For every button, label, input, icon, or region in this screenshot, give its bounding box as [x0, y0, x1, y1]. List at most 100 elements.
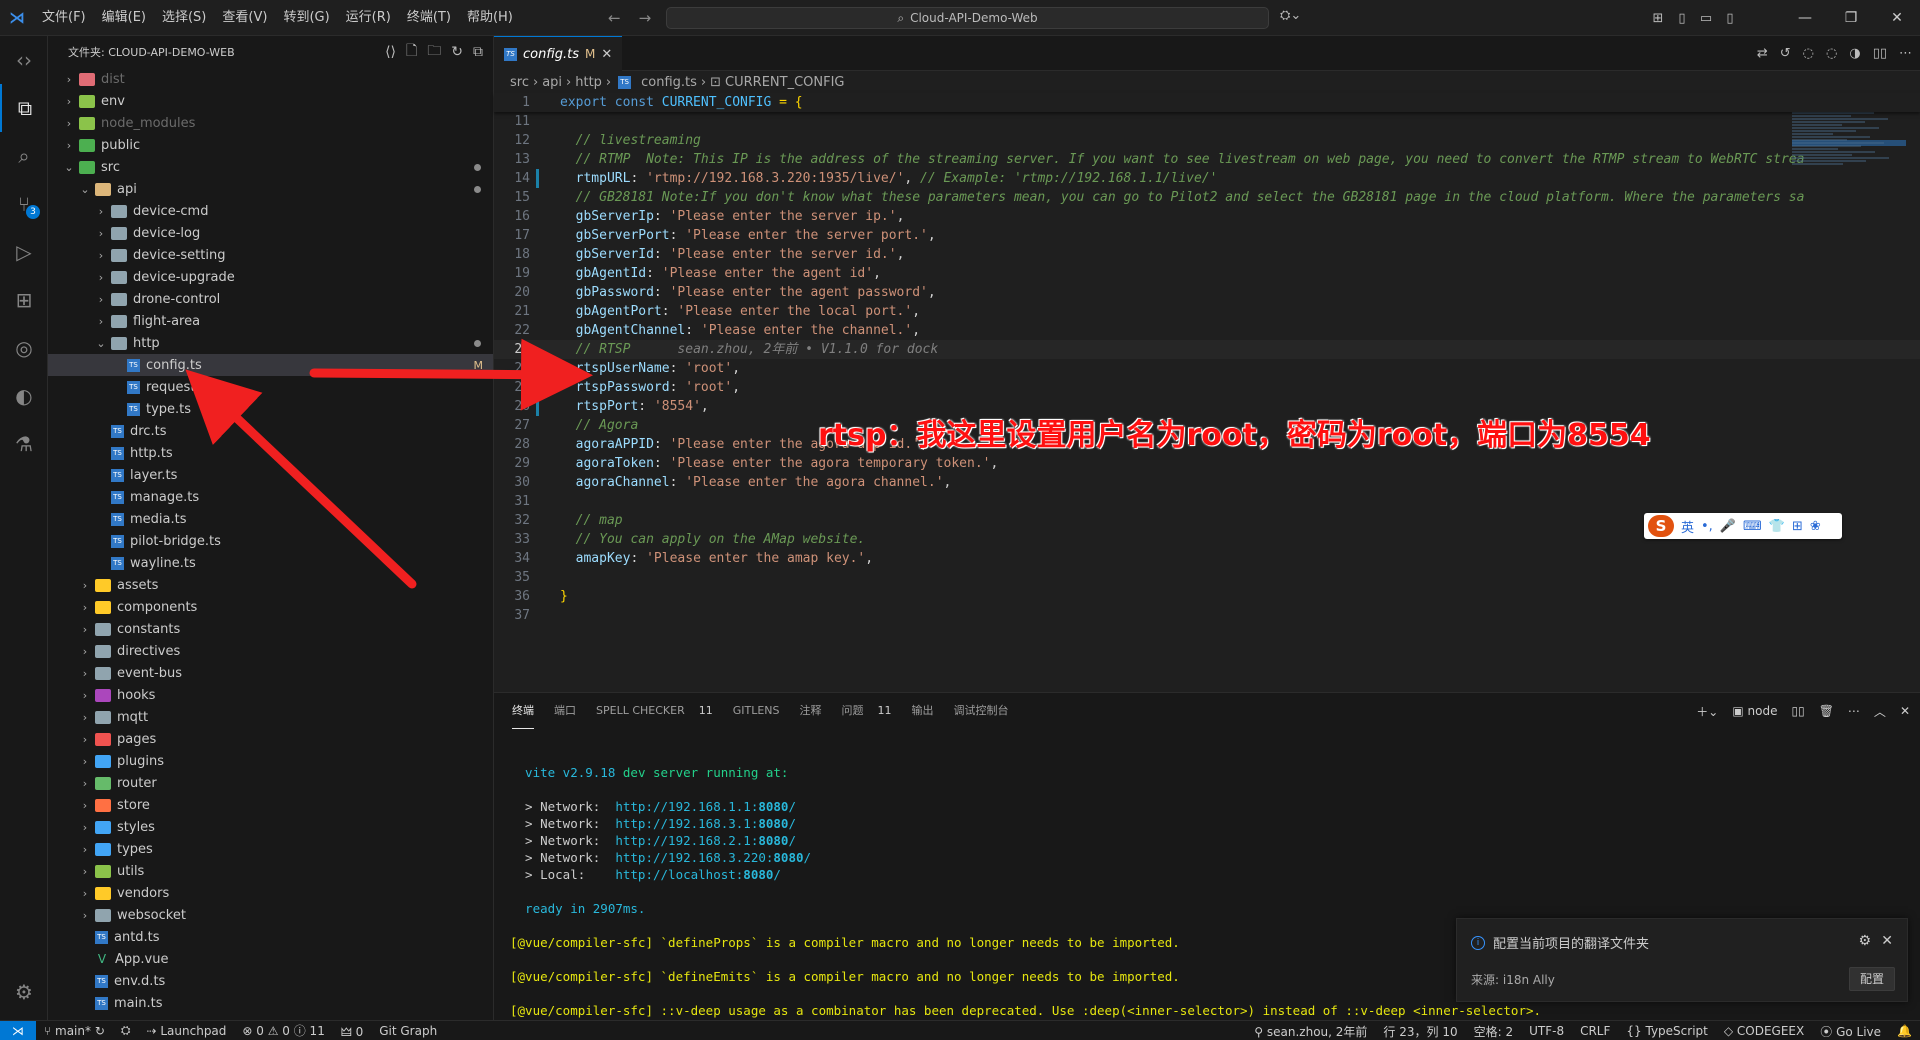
code-line[interactable]: 17 gbServerPort: 'Please enter the serve… [494, 226, 1920, 245]
folder-item[interactable]: › components [48, 596, 493, 618]
compare-changes-icon[interactable]: ⇄ [1757, 46, 1768, 61]
code-view[interactable]: 1export const CURRENT_CONFIG = { 10 webs… [494, 93, 1920, 625]
status-eol[interactable]: CRLF [1572, 1024, 1618, 1038]
panel-tab[interactable]: SPELL CHECKER 11 [596, 693, 713, 729]
folder-item[interactable]: › drone-control [48, 288, 493, 310]
notifications-bell-icon[interactable]: 🔔 [1889, 1024, 1920, 1038]
close-window-icon[interactable]: ✕ [1874, 10, 1920, 26]
code-line[interactable]: 14 rtmpURL: 'rtmp://192.168.3.220:1935/l… [494, 169, 1920, 188]
file-item[interactable]: TS http.ts [48, 442, 493, 464]
status-launchpad[interactable]: ⇢ Launchpad [138, 1024, 234, 1038]
code-line[interactable]: 13 // RTMP Note: This IP is the address … [494, 150, 1920, 169]
new-terminal-icon[interactable]: ＋⌄ [1696, 703, 1718, 720]
folder-item[interactable]: › node_modules [48, 112, 493, 134]
code-line[interactable]: 29 agoraToken: 'Please enter the agora t… [494, 454, 1920, 473]
settings-gear-icon[interactable]: ⚙ [0, 968, 48, 1016]
folder-item[interactable]: › pages [48, 728, 493, 750]
close-panel-icon[interactable]: ✕ [1900, 704, 1910, 718]
status-position[interactable]: 行 23，列 10 [1375, 1023, 1465, 1040]
code-line[interactable]: 16 gbServerIp: 'Please enter the server … [494, 207, 1920, 226]
new-folder-icon[interactable]: 🗀 [427, 40, 441, 64]
terminal-shell[interactable]: ▣ node [1732, 704, 1777, 718]
code-line[interactable]: 11 [494, 112, 1920, 131]
code-line[interactable]: 19 gbAgentId: 'Please enter the agent id… [494, 264, 1920, 283]
ime-button[interactable]: •, [1701, 519, 1713, 534]
next-change-icon[interactable]: ◌ [1826, 46, 1837, 61]
menu-item[interactable]: 转到(G) [275, 0, 337, 36]
remote-explorer-icon[interactable]: ‹› [0, 36, 48, 84]
folder-item[interactable]: ⌄ api [48, 178, 493, 200]
split-terminal-icon[interactable]: ▯▯ [1791, 704, 1804, 718]
folder-item[interactable]: › types [48, 838, 493, 860]
folder-item[interactable]: › env [48, 90, 493, 112]
gitlens-icon[interactable]: ◐ [0, 372, 48, 420]
restore-icon[interactable]: ❐ [1828, 10, 1874, 26]
file-item[interactable]: TS request.ts [48, 376, 493, 398]
breadcrumb-item[interactable]: config.ts [641, 75, 697, 90]
folder-item[interactable]: › device-log [48, 222, 493, 244]
file-item[interactable]: TS type.ts [48, 398, 493, 420]
folder-item[interactable]: › vendors [48, 882, 493, 904]
folder-item[interactable]: › public [48, 134, 493, 156]
status-language[interactable]: {} TypeScript [1618, 1024, 1715, 1038]
close-tab-icon[interactable]: ✕ [601, 47, 612, 62]
breadcrumb-item[interactable]: src [510, 75, 529, 90]
search-view-icon[interactable]: ⌕ [0, 132, 48, 180]
file-item[interactable]: TS env.d.ts [48, 970, 493, 992]
remote-indicator-icon[interactable]: ⋊ [0, 1020, 36, 1040]
folder-item[interactable]: › mqtt [48, 706, 493, 728]
go-back-change-icon[interactable]: ↺ [1780, 46, 1791, 61]
ime-button[interactable]: 英 [1681, 517, 1694, 536]
ime-button[interactable]: 👕 [1769, 519, 1785, 534]
ime-toolbar[interactable]: S 英 •, 🎤 ⌨ 👕 ⊞ ❀ [1644, 513, 1842, 539]
code-line[interactable]: 36} [494, 587, 1920, 606]
ime-button[interactable]: ❀ [1810, 519, 1821, 534]
breadcrumb-item[interactable]: api [542, 75, 562, 90]
configure-button[interactable]: 配置 [1849, 967, 1895, 991]
status-encoding[interactable]: UTF-8 [1521, 1024, 1572, 1038]
source-control-icon[interactable]: ⑂ 3 [0, 180, 48, 228]
panel-tab[interactable]: 终端 [512, 693, 534, 729]
code-line[interactable]: 18 gbServerId: 'Please enter the server … [494, 245, 1920, 264]
panel-tab[interactable]: 问题 11 [842, 693, 892, 729]
toggle-sidebar-icon[interactable]: ▯ [1670, 11, 1694, 26]
code-line[interactable]: 24 rtspUserName: 'root', [494, 359, 1920, 378]
code-line[interactable]: 31 [494, 492, 1920, 511]
file-item[interactable]: TS media.ts [48, 508, 493, 530]
code-line[interactable]: 25 rtspPassword: 'root', [494, 378, 1920, 397]
file-item[interactable]: V App.vue [48, 948, 493, 970]
code-line[interactable]: 30 agoraChannel: 'Please enter the agora… [494, 473, 1920, 492]
code-line[interactable]: 23 // RTSP sean.zhou, 2年前 • V1.1.0 for d… [494, 340, 1920, 359]
command-center-search[interactable]: ⌕ Cloud-API-Demo-Web [666, 7, 1269, 29]
file-item[interactable]: TS wayline.ts [48, 552, 493, 574]
ime-button[interactable]: ⊞ [1792, 519, 1803, 534]
code-line[interactable]: 12 // livestreaming [494, 131, 1920, 150]
folder-item[interactable]: › directives [48, 640, 493, 662]
menu-item[interactable]: 编辑(E) [94, 0, 154, 36]
status-codegeex[interactable]: ◇ CODEGEEX [1716, 1024, 1812, 1038]
kill-terminal-icon[interactable]: 🗑 [1819, 704, 1834, 718]
menu-item[interactable]: 选择(S) [154, 0, 214, 36]
folder-item[interactable]: › hooks [48, 684, 493, 706]
status-gitgraph[interactable]: Git Graph [371, 1024, 445, 1038]
panel-more-icon[interactable]: ⋯ [1848, 704, 1860, 718]
folder-item[interactable]: › dist [48, 68, 493, 90]
folder-item[interactable]: › assets [48, 574, 493, 596]
menu-item[interactable]: 查看(V) [214, 0, 275, 36]
tab-config-ts[interactable]: TS config.ts M ✕ [494, 36, 623, 71]
sticky-scroll-line[interactable]: 1 export const CURRENT_CONFIG = { [494, 93, 1920, 112]
toggle-secondary-sidebar-icon[interactable]: ▯ [1718, 11, 1742, 26]
customize-layout-icon[interactable]: ⊞ [1646, 11, 1670, 26]
file-item[interactable]: TS main.ts [48, 992, 493, 1014]
folder-item[interactable]: › device-upgrade [48, 266, 493, 288]
file-item[interactable]: TS layer.ts [48, 464, 493, 486]
file-item[interactable]: TS antd.ts [48, 926, 493, 948]
panel-tab[interactable]: GITLENS [733, 693, 780, 729]
panel-tab[interactable]: 注释 [800, 693, 822, 729]
forward-arrow-icon[interactable]: → [639, 9, 652, 27]
notification-close-icon[interactable]: ✕ [1881, 933, 1893, 949]
menu-item[interactable]: 运行(R) [338, 0, 399, 36]
menu-item[interactable]: 文件(F) [34, 0, 94, 36]
panel-tab[interactable]: 输出 [912, 693, 934, 729]
more-actions-icon[interactable]: ⋯ [1899, 46, 1912, 61]
